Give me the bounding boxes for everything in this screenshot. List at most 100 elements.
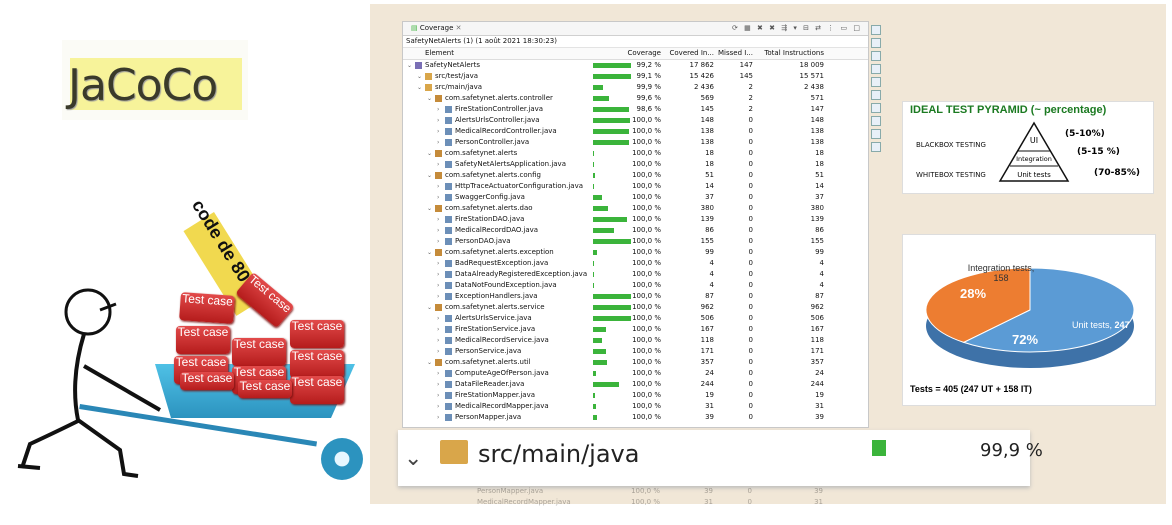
chevron-right-icon[interactable]: › [437, 192, 439, 203]
coverage-row[interactable]: › SwaggerConfig.java 100,0 % 37 0 37 [403, 192, 868, 203]
coverage-row[interactable]: › ComputeAgeOfPerson.java 100,0 % 24 0 24 [403, 368, 868, 379]
merge-icon[interactable]: ⇶ [781, 24, 789, 32]
dump-icon[interactable]: ▦ [744, 24, 753, 32]
remove-icon[interactable]: ✖ [757, 24, 765, 32]
chevron-right-icon[interactable]: › [437, 291, 439, 302]
console-icon[interactable] [871, 90, 881, 100]
minimize-icon[interactable]: ▭ [841, 24, 850, 32]
chevron-down-icon[interactable]: ⌄ [427, 148, 432, 159]
view-menu-icon[interactable]: ⋮ [827, 24, 836, 32]
link-icon[interactable]: ⇄ [815, 24, 823, 32]
problems-icon[interactable] [871, 51, 881, 61]
coverage-row[interactable]: ⌄ com.safetynet.alerts.controller 99,6 % 56… [403, 93, 868, 104]
coverage-row[interactable]: ⌄ src/main/java 99,9 % 2 436 2 2 438 [403, 82, 868, 93]
coverage-row[interactable]: › DataNotFoundException.java 100,0 % 4 0 4 [403, 280, 868, 291]
coverage-row[interactable]: ⌄ com.safetynet.alerts.exception 100,0 % 99… [403, 247, 868, 258]
coverage-bar [593, 96, 609, 101]
chevron-down-icon[interactable]: ⌄ [427, 93, 432, 104]
chevron-right-icon[interactable]: › [437, 368, 439, 379]
total-count: 167 [810, 325, 824, 333]
progress-icon[interactable] [871, 103, 881, 113]
coverage-row[interactable]: › MedicalRecordController.java 100,0 % 138 0… [403, 126, 868, 137]
junit-icon[interactable] [871, 142, 881, 152]
chevron-right-icon[interactable]: › [437, 236, 439, 247]
coverage-row[interactable]: › PersonDAO.java 100,0 % 155 0 155 [403, 236, 868, 247]
column-element[interactable]: Element [425, 48, 454, 59]
outline-icon[interactable] [871, 25, 881, 35]
git-icon[interactable] [871, 129, 881, 139]
chevron-right-icon[interactable]: › [437, 335, 439, 346]
chevron-right-icon[interactable]: › [437, 225, 439, 236]
column-coverage[interactable]: Coverage [593, 48, 661, 59]
chevron-right-icon[interactable]: › [437, 390, 439, 401]
chevron-right-icon[interactable]: › [437, 401, 439, 412]
relaunch-icon[interactable]: ⟳ [732, 24, 740, 32]
coverage-row[interactable]: ⌄ com.safetynet.alerts 100,0 % 18 0 18 [403, 148, 868, 159]
chevron-right-icon[interactable]: › [437, 115, 439, 126]
remove-all-icon[interactable]: ✖ [769, 24, 777, 32]
chevron-right-icon[interactable]: › [437, 181, 439, 192]
coverage-row[interactable]: › MedicalRecordMapper.java 100,0 % 31 0 31 [403, 401, 868, 412]
coverage-row[interactable]: › FireStationController.java 98,6 % 145 2 147 [403, 104, 868, 115]
coverage-row[interactable]: › FireStationService.java 100,0 % 167 0 167 [403, 324, 868, 335]
declaration-icon[interactable] [871, 77, 881, 87]
coverage-row[interactable]: › PersonService.java 100,0 % 171 0 171 [403, 346, 868, 357]
chevron-right-icon[interactable]: › [437, 313, 439, 324]
coverage-row[interactable]: › MedicalRecordService.java 100,0 % 118 0 118 [403, 335, 868, 346]
coverage-row[interactable]: › PersonController.java 100,0 % 138 0 138 [403, 137, 868, 148]
chevron-right-icon[interactable]: › [437, 269, 439, 280]
chevron-right-icon[interactable]: › [437, 280, 439, 291]
chevron-down-icon[interactable]: ⌄ [417, 82, 422, 93]
coverage-row[interactable]: › ExceptionHandlers.java 100,0 % 87 0 87 [403, 291, 868, 302]
close-icon[interactable]: ✕ [456, 24, 462, 32]
column-total[interactable]: Total Instructions [757, 48, 824, 59]
chevron-down-icon[interactable]: ⌄ [427, 247, 432, 258]
search-icon[interactable] [871, 116, 881, 126]
column-covered[interactable]: Covered In... [665, 48, 715, 59]
package-icon [435, 150, 442, 157]
chevron-right-icon[interactable]: › [437, 379, 439, 390]
chevron-right-icon[interactable]: › [437, 412, 439, 423]
chevron-right-icon[interactable]: › [437, 346, 439, 357]
project-icon [415, 62, 422, 69]
reflection-covered: 31 [704, 498, 713, 506]
coverage-row[interactable]: › AlertsUrlsController.java 100,0 % 148 0 148 [403, 115, 868, 126]
coverage-row[interactable]: › MedicalRecordDAO.java 100,0 % 86 0 86 [403, 225, 868, 236]
coverage-row[interactable]: ⌄ SafetyNetAlerts 99,2 % 17 862 147 18 009 [403, 60, 868, 71]
coverage-row[interactable]: ⌄ src/test/java 99,1 % 15 426 145 15 571 [403, 71, 868, 82]
coverage-row[interactable]: › FireStationMapper.java 100,0 % 19 0 19 [403, 390, 868, 401]
coverage-row[interactable]: › PersonMapper.java 100,0 % 39 0 39 [403, 412, 868, 423]
chevron-right-icon[interactable]: › [437, 137, 439, 148]
collapse-all-icon[interactable]: ⊟ [803, 24, 811, 32]
javadoc-icon[interactable] [871, 64, 881, 74]
chevron-right-icon[interactable]: › [437, 324, 439, 335]
coverage-row[interactable]: › SafetyNetAlertsApplication.java 100,0 % 1… [403, 159, 868, 170]
tab-coverage[interactable]: ▤ Coverage ✕ [411, 24, 462, 32]
chevron-right-icon[interactable]: › [437, 126, 439, 137]
coverage-row[interactable]: › FireStationDAO.java 100,0 % 139 0 139 [403, 214, 868, 225]
coverage-row[interactable]: › BadRequestException.java 100,0 % 4 0 4 [403, 258, 868, 269]
chevron-down-icon[interactable]: ⌄ [427, 357, 432, 368]
coverage-row[interactable]: ⌄ com.safetynet.alerts.util 100,0 % 357 0 357 [403, 357, 868, 368]
chevron-right-icon[interactable]: › [437, 104, 439, 115]
coverage-row[interactable]: › HttpTraceActuatorConfiguration.java 100,… [403, 181, 868, 192]
coverage-row[interactable]: ⌄ com.safetynet.alerts.config 100,0 % 51 0 51 [403, 170, 868, 181]
coverage-row[interactable]: › AlertsUrlsService.java 100,0 % 506 0 506 [403, 313, 868, 324]
chevron-down-icon[interactable]: ⌄ [427, 302, 432, 313]
chevron-right-icon[interactable]: › [437, 258, 439, 269]
column-missed[interactable]: Missed I... [716, 48, 753, 59]
chevron-down-icon[interactable]: ⌄ [407, 60, 412, 71]
coverage-row[interactable]: ⌄ com.safetynet.alerts.service 100,0 % 962 0… [403, 302, 868, 313]
chevron-right-icon[interactable]: › [437, 159, 439, 170]
chevron-right-icon[interactable]: › [437, 214, 439, 225]
maximize-icon[interactable]: □ [853, 24, 862, 32]
chevron-down-icon[interactable]: ⌄ [404, 446, 422, 471]
tasks-icon[interactable] [871, 38, 881, 48]
coverage-row[interactable]: › DataFileReader.java 100,0 % 244 0 244 [403, 379, 868, 390]
select-session-icon[interactable]: ▾ [793, 24, 799, 32]
coverage-row[interactable]: ⌄ com.safetynet.alerts.dao 100,0 % 380 0 380 [403, 203, 868, 214]
chevron-down-icon[interactable]: ⌄ [427, 170, 432, 181]
chevron-down-icon[interactable]: ⌄ [427, 203, 432, 214]
chevron-down-icon[interactable]: ⌄ [417, 71, 422, 82]
coverage-row[interactable]: › DataAlreadyRegisteredException.java 100,… [403, 269, 868, 280]
